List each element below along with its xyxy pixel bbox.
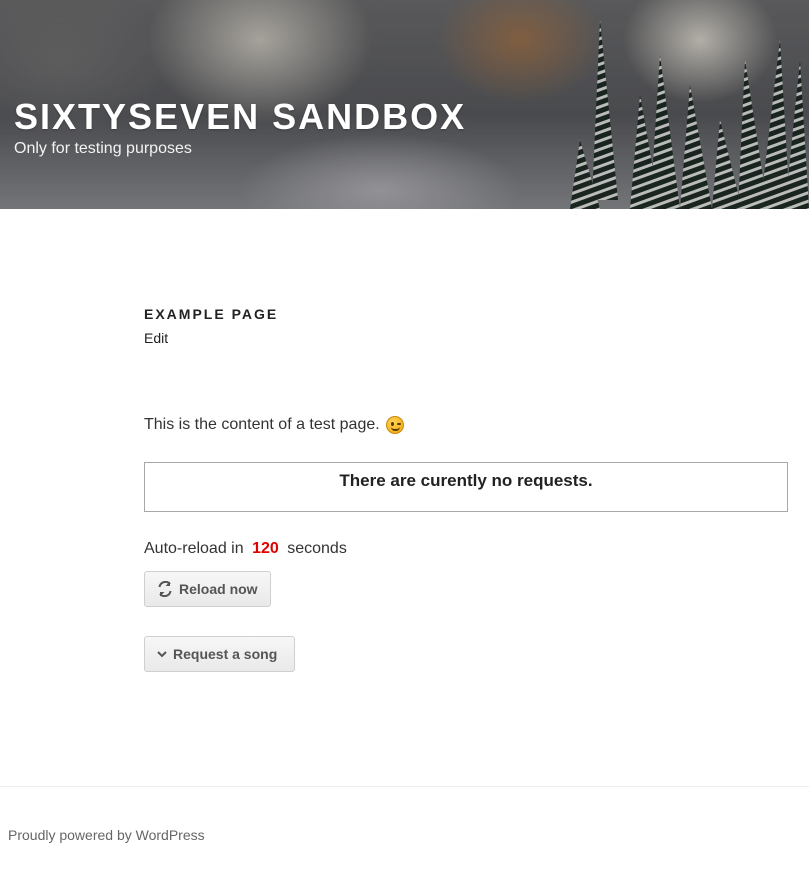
reload-now-label: Reload now	[179, 581, 258, 597]
site-description: Only for testing purposes	[14, 140, 192, 157]
autoreload-countdown: 120	[252, 540, 279, 557]
autoreload-prefix: Auto-reload in	[144, 540, 244, 557]
site-title[interactable]: SIXTYSEVEN SANDBOX	[14, 96, 466, 138]
requests-box: There are curently no requests.	[144, 462, 788, 512]
page-content: This is the content of a test page.	[144, 416, 404, 434]
no-requests-message: There are curently no requests.	[339, 471, 593, 490]
winking-face-icon	[385, 416, 404, 434]
chevron-down-icon	[157, 651, 167, 658]
autoreload-suffix: seconds	[287, 540, 347, 557]
autoreload-status: Auto-reload in 120 seconds	[144, 540, 347, 558]
footer-divider	[0, 786, 809, 787]
refresh-icon	[158, 581, 172, 597]
request-song-button[interactable]: Request a song	[144, 636, 295, 672]
page-content-text: This is the content of a test page.	[144, 416, 380, 433]
edit-link[interactable]: Edit	[144, 330, 168, 346]
site-header: SIXTYSEVEN SANDBOX Only for testing purp…	[0, 0, 809, 209]
request-song-label: Request a song	[173, 646, 278, 662]
reload-now-button[interactable]: Reload now	[144, 571, 271, 607]
powered-by-link[interactable]: Proudly powered by WordPress	[8, 827, 205, 843]
page-title: EXAMPLE PAGE	[144, 306, 279, 322]
